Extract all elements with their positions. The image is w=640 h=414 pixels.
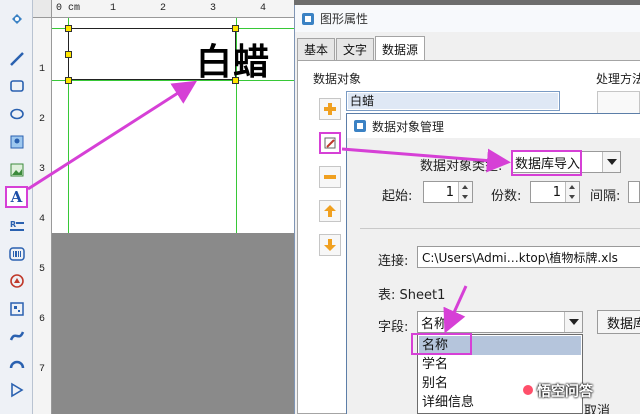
chevron-down-icon[interactable] [602,152,620,172]
processing-section-title: 处理方法 [596,72,640,86]
watermark: 悟空问答 [537,384,593,400]
dialog-titlebar: 图形属性 [295,5,640,32]
data-object-list[interactable]: 白蜡 [346,91,560,111]
app-icon [302,12,314,25]
left-toolbar: A R [0,0,33,414]
start-label: 起始: [382,189,413,204]
curve-tool-icon[interactable] [5,325,28,347]
table-value: Sheet1 [399,288,446,303]
interval-spinner[interactable] [628,181,640,203]
canvas-background [52,233,294,414]
copies-label: 份数: [491,189,522,204]
group-divider [360,228,640,229]
plus-icon [324,103,336,115]
tab-data-source[interactable]: 数据源 [375,36,426,61]
resize-handle[interactable] [65,51,72,58]
resize-handle[interactable] [232,25,239,32]
ruler-tick-label: 1 [39,64,46,75]
line-tool-icon[interactable] [5,48,28,70]
highlight-box [511,150,582,176]
field-value: 名称 [421,316,448,332]
ruler-tick-label: 3 [210,3,217,14]
rectangle-tool-icon[interactable] [5,75,28,97]
ruler-tick-label: 2 [39,114,46,125]
list-item[interactable]: 学名 [419,355,581,374]
data-type-label: 数据对象类型: [420,159,503,174]
connection-field[interactable]: C:\Users\Admi…ktop\植物标牌.xls [417,246,640,268]
start-spinner[interactable]: 1 [423,181,473,203]
copies-spinner[interactable]: 1 [530,181,580,203]
ruler-tick-label: 2 [160,3,167,14]
pointer-tool-icon[interactable] [5,8,28,30]
resize-handle[interactable] [65,25,72,32]
interval-label: 间隔: [590,189,621,204]
property-tabs: 基本 文字 数据源 [297,36,426,61]
ruler-tick-label: 7 [39,364,46,375]
cancel-button[interactable]: 取消 [584,400,610,414]
list-item[interactable]: 白蜡 [348,93,558,109]
label-text-object[interactable]: 白蜡 [196,33,270,85]
polygon-tool-icon[interactable] [5,379,28,401]
spinner-arrows-icon[interactable] [458,182,472,202]
edit-button[interactable] [319,132,341,154]
ruler-tick-label: 1 [110,3,117,14]
field-label: 字段: [378,320,409,335]
copies-value: 1 [552,184,561,200]
connection-label: 连接: [378,254,409,269]
start-value: 1 [445,184,454,200]
tab-text[interactable]: 文字 [336,38,375,60]
edit-icon [324,137,336,149]
chevron-down-icon[interactable] [564,312,582,332]
table-label: 表: [378,288,396,303]
move-down-button[interactable] [319,234,341,256]
remove-button[interactable] [319,166,341,188]
spinner-arrows-icon[interactable] [565,182,579,202]
move-up-button[interactable] [319,200,341,222]
watermark-logo-icon [521,383,535,397]
database-button[interactable]: 数据库 [597,310,640,334]
barcode-tool-icon[interactable] [5,243,28,265]
arrow-down-icon [324,239,336,251]
tab-basic[interactable]: 基本 [297,38,336,60]
app-icon [354,120,366,132]
qrcode-tool-icon[interactable] [5,298,28,320]
field-select[interactable]: 名称 [417,311,583,333]
dialog-title: 图形属性 [320,12,369,26]
ruler-tick-label: 6 [39,314,46,325]
picture-tool-icon[interactable] [5,159,28,181]
arrow-up-icon [324,205,336,217]
minus-icon [324,175,336,179]
svg-text:R: R [10,220,16,229]
table-row: 表: Sheet1 [378,284,445,303]
shape-tool-icon[interactable] [5,270,28,292]
ruler-corner [33,0,52,18]
ruler-tick-label: 4 [260,3,267,14]
left-ruler: 1 2 3 4 5 6 7 [33,18,52,414]
arc-tool-icon[interactable] [5,352,28,374]
image-tool-icon[interactable] [5,131,28,153]
resize-handle[interactable] [65,77,72,84]
top-ruler: 0 cm 1 2 3 4 [52,0,294,18]
dialog-titlebar: 数据对象管理 [347,114,640,138]
rich-text-tool-icon[interactable]: R [5,215,28,237]
data-object-section-title: 数据对象 [313,72,362,86]
ruler-tick-label: 3 [39,164,46,175]
dialog-title: 数据对象管理 [372,119,445,134]
ruler-tick-label: 5 [39,264,46,275]
highlight-box [411,333,472,355]
text-tool-icon[interactable]: A [5,186,28,208]
ruler-unit-label: 0 cm [56,3,81,14]
ellipse-tool-icon[interactable] [5,103,28,125]
ruler-tick-label: 4 [39,214,46,225]
add-button[interactable] [319,98,341,120]
